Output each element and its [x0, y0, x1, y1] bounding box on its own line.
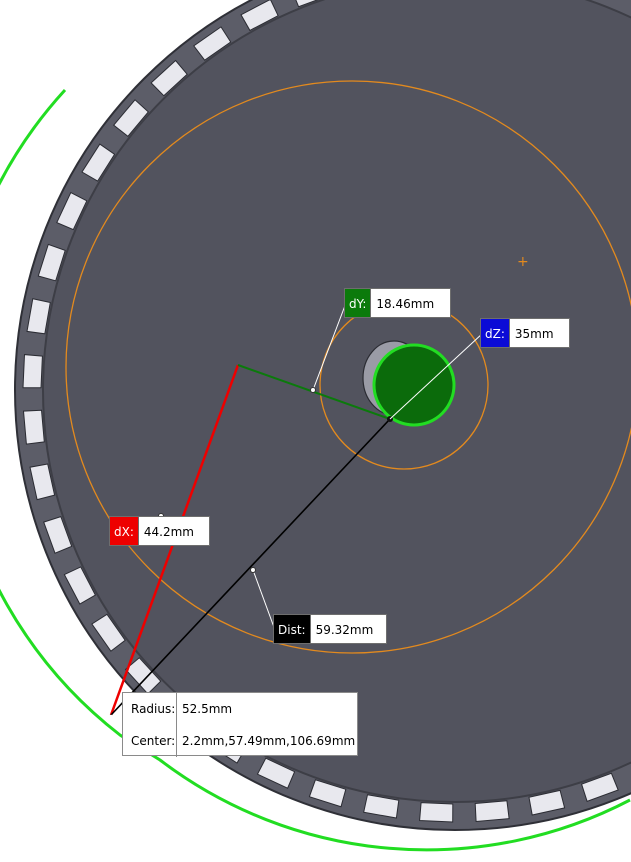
dist-callout[interactable]: Dist: 59.32mm — [273, 614, 387, 644]
center-value: 2.2mm,57.49mm,106.69mm — [182, 734, 356, 748]
gear-tooth-slot — [474, 800, 510, 823]
dy-callout[interactable]: dY: 18.46mm — [344, 288, 451, 318]
dist-value: 59.32mm — [315, 623, 374, 637]
dz-tag: dZ: — [481, 319, 510, 347]
dx-value: 44.2mm — [143, 525, 194, 539]
gear-tooth-slot — [22, 409, 45, 445]
center-label: Center: — [123, 725, 177, 757]
origin-marker: + — [517, 254, 529, 270]
dz-callout[interactable]: dZ: 35mm — [480, 318, 570, 348]
dist-handle[interactable] — [250, 567, 256, 573]
dy-value: 18.46mm — [376, 297, 435, 311]
selected-shaft-face[interactable] — [372, 343, 456, 427]
gear-tooth-slot — [22, 354, 43, 389]
selection-info-box[interactable]: Radius: 52.5mm Center: 2.2mm,57.49mm,106… — [122, 692, 358, 757]
radius-value: 52.5mm — [182, 702, 233, 716]
dy-handle[interactable] — [310, 387, 316, 393]
dx-tag: dX: — [110, 517, 139, 545]
dist-tag: Dist: — [274, 615, 311, 643]
dz-value: 35mm — [514, 327, 554, 341]
gear-tooth-slot — [419, 802, 454, 823]
radius-label: Radius: — [123, 693, 177, 725]
dx-callout[interactable]: dX: 44.2mm — [109, 516, 210, 546]
dy-tag: dY: — [345, 289, 372, 317]
